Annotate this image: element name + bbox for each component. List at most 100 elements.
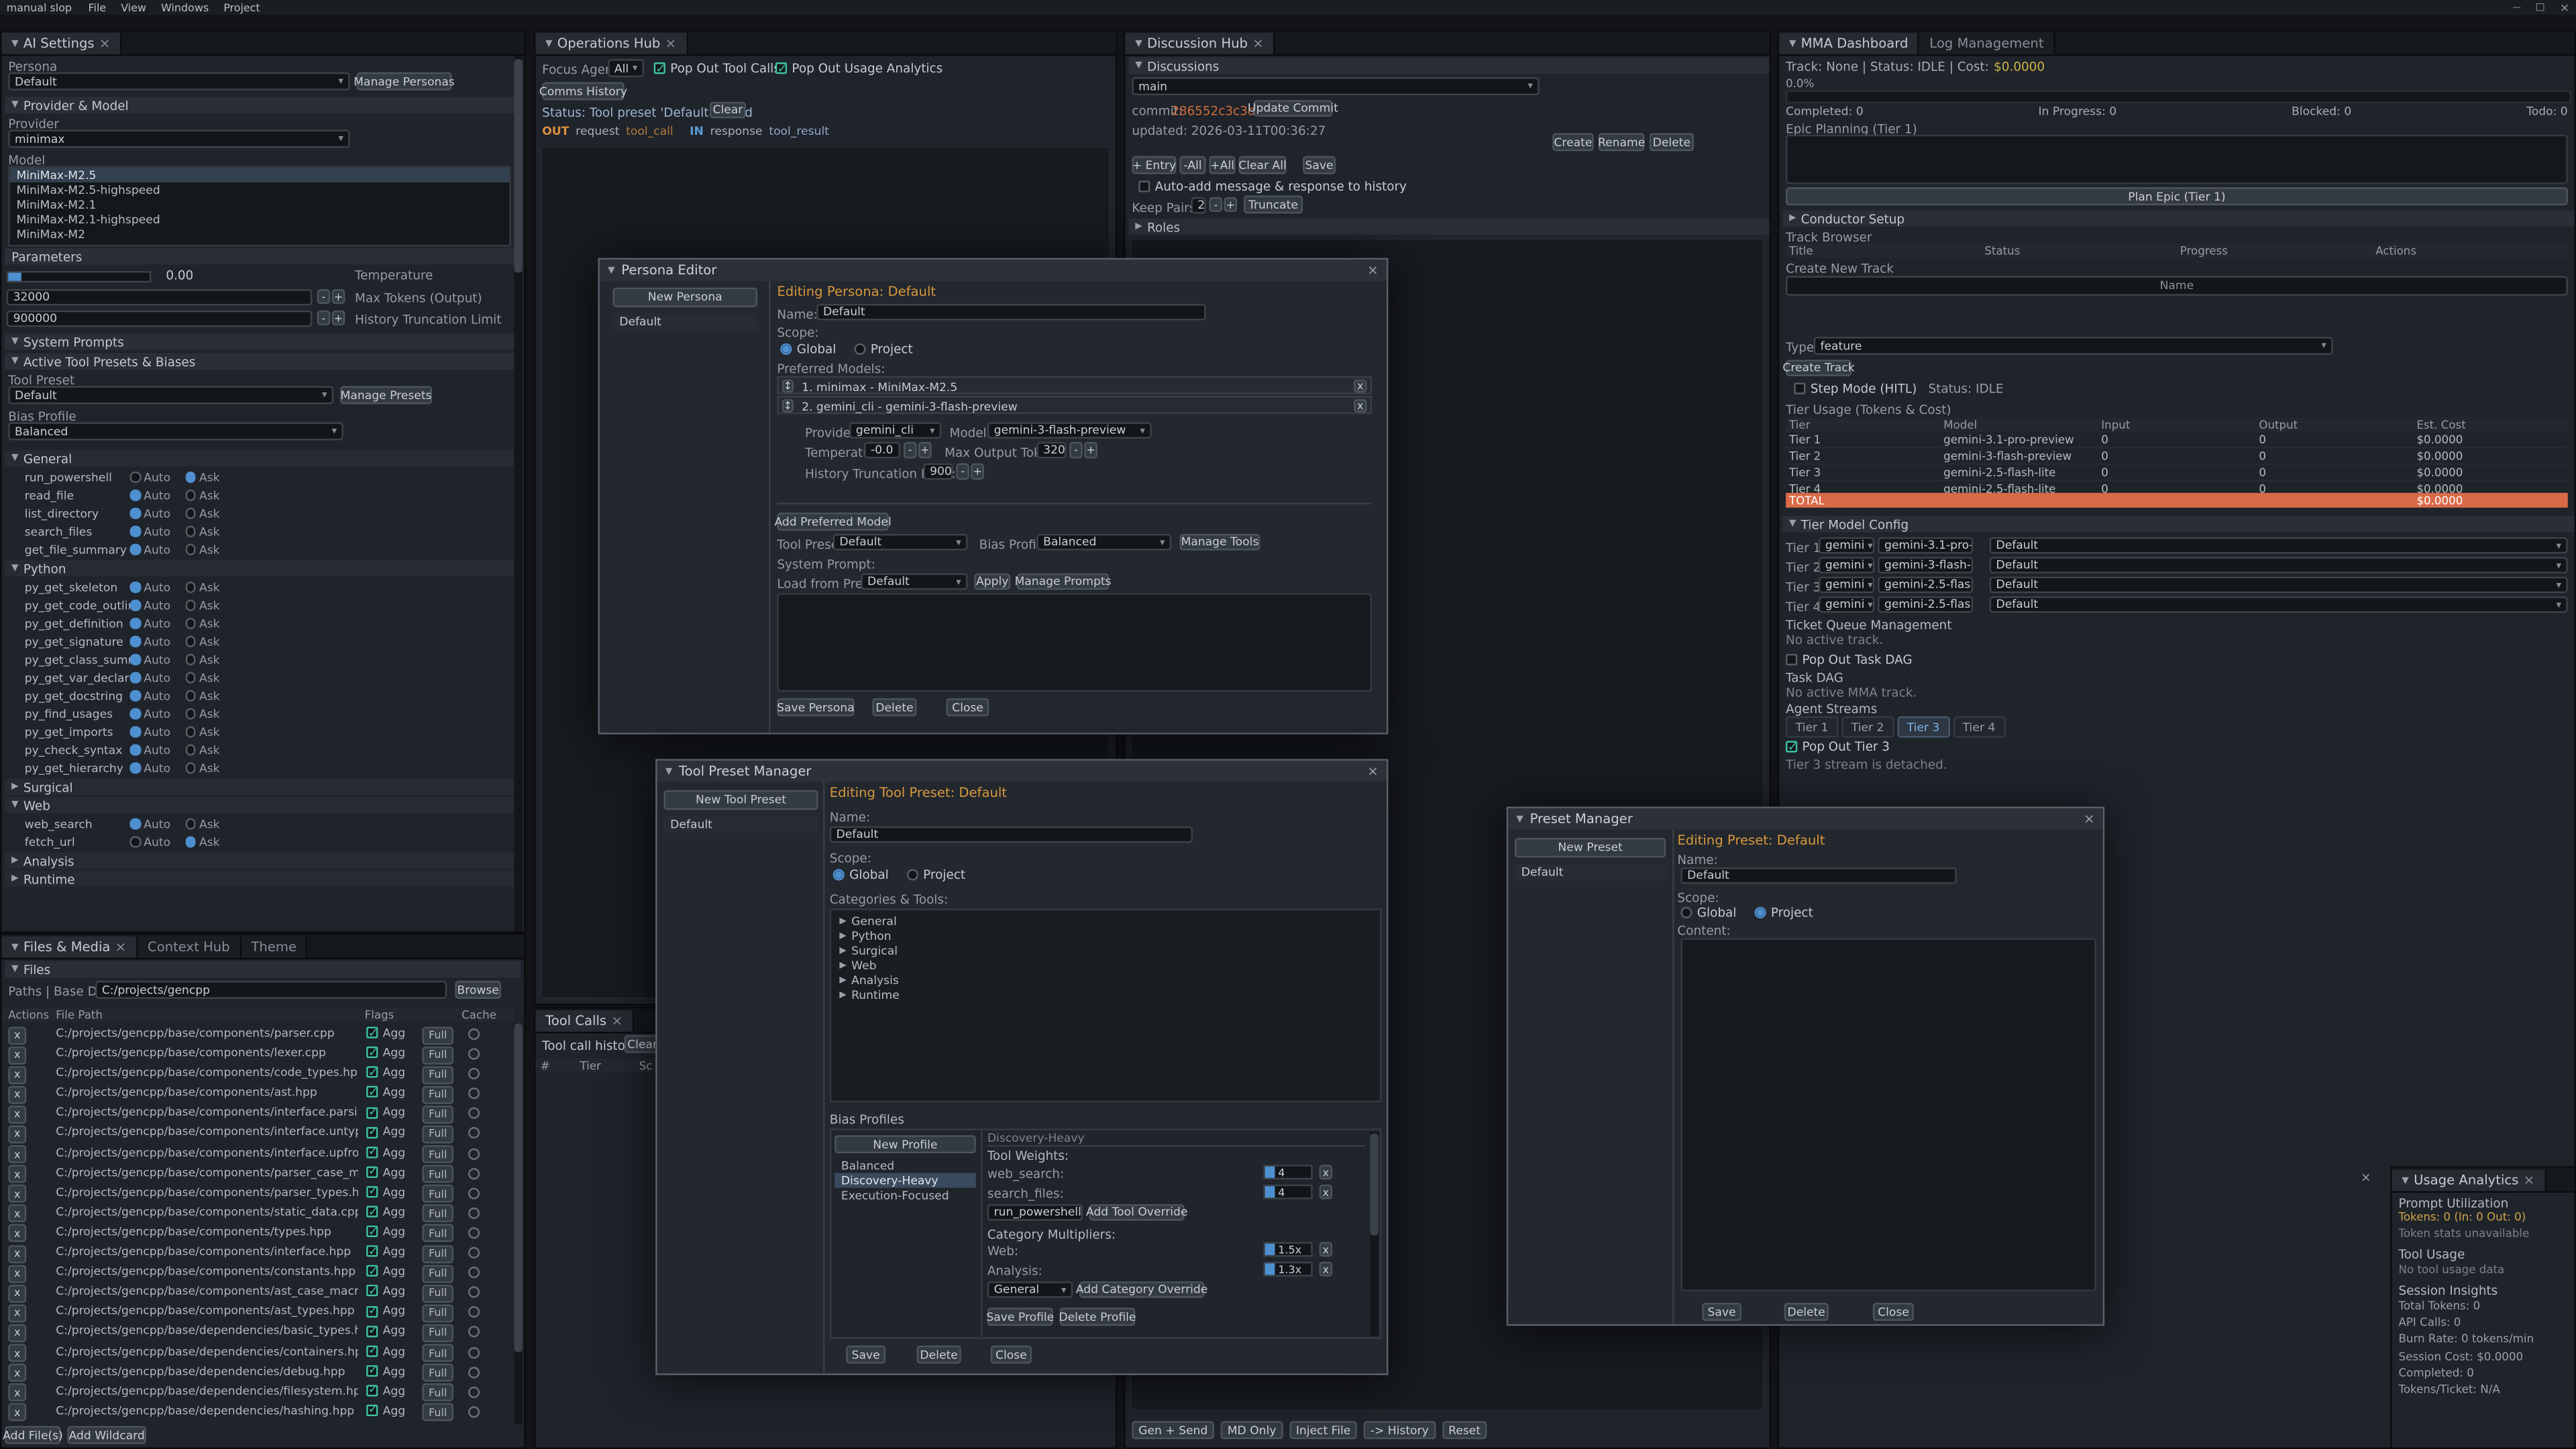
system-prompts-header[interactable]: ▼ System Prompts (5, 333, 521, 350)
tpm-delete-button[interactable]: Delete (917, 1346, 961, 1364)
group-header-general[interactable]: ▼General (5, 450, 514, 466)
auto-radio[interactable] (129, 636, 140, 647)
remove-file-button[interactable]: x (8, 1026, 26, 1044)
keep-pairs-increment-button[interactable]: + (1224, 197, 1237, 212)
ask-radio[interactable] (185, 672, 196, 683)
add-entry-button[interactable]: + Entry (1132, 156, 1176, 174)
remove-file-button[interactable]: x (8, 1165, 26, 1183)
expand-icon[interactable]: ▶ (839, 916, 846, 926)
ask-radio[interactable] (185, 490, 196, 500)
status-clear-button[interactable]: Clear (710, 102, 746, 118)
remove-file-button[interactable]: x (8, 1225, 26, 1243)
bias-profiles-scrollbar[interactable] (1370, 1132, 1378, 1336)
agg-checkbox[interactable] (366, 1285, 378, 1297)
auto-radio[interactable] (129, 745, 140, 755)
expand-icon[interactable]: ▶ (839, 975, 846, 985)
remove-model-button[interactable]: x (1354, 378, 1367, 392)
remove-file-button[interactable]: x (8, 1324, 26, 1342)
profile-list-item[interactable]: Discovery-Heavy (835, 1173, 976, 1188)
minus-all-button[interactable]: -All (1179, 156, 1205, 174)
remove-file-button[interactable]: x (8, 1244, 26, 1263)
clear-all-button[interactable]: Clear All (1239, 156, 1287, 174)
close-persona-button[interactable]: Close (947, 698, 989, 716)
expand-icon[interactable]: ▶ (839, 960, 846, 970)
remove-file-button[interactable]: x (8, 1403, 26, 1421)
pop-out-tool-calls-checkbox[interactable] (654, 62, 665, 74)
pm-content-textarea[interactable] (1680, 938, 2096, 1291)
ask-radio[interactable] (185, 582, 196, 593)
remove-multiplier-button[interactable]: x (1320, 1242, 1333, 1256)
tab-mma-dashboard[interactable]: ▼ MMA Dashboard (1779, 33, 1919, 54)
full-button[interactable]: Full (422, 1244, 453, 1263)
plus-all-button[interactable]: +All (1209, 156, 1235, 174)
group-header-web[interactable]: ▼Web (5, 797, 514, 813)
full-button[interactable]: Full (422, 1165, 453, 1183)
comms-history-button[interactable]: Comms History (542, 82, 624, 100)
provider-model-header[interactable]: ▼ Provider & Model (5, 97, 521, 113)
pe-temperature-input[interactable]: -0.0 (864, 442, 900, 458)
full-button[interactable]: Full (422, 1344, 453, 1362)
persona-select[interactable]: Default▾ (8, 72, 350, 91)
create-discussion-button[interactable]: Create (1552, 133, 1593, 151)
full-button[interactable]: Full (422, 1205, 453, 1223)
detached-panel-close-icon[interactable]: × (2361, 1170, 2371, 1185)
tool-preset-manager-titlebar[interactable]: ▼ Tool Preset Manager × (657, 761, 1387, 782)
active-tool-presets-header[interactable]: ▼ Active Tool Presets & Biases (5, 354, 521, 370)
persona-name-input[interactable]: Default (816, 304, 1205, 320)
agg-checkbox[interactable] (366, 1405, 378, 1416)
update-commit-button[interactable]: Update Commit (1254, 100, 1333, 116)
auto-radio[interactable] (129, 837, 140, 847)
pe-bias-profile-select[interactable]: Balanced▾ (1036, 534, 1171, 550)
discussion-action-button[interactable]: MD Only (1221, 1421, 1283, 1439)
manage-tools-button[interactable]: Manage Tools (1179, 534, 1260, 550)
tier-preset-select[interactable]: Default▾ (1990, 596, 2568, 612)
remove-file-button[interactable]: x (8, 1364, 26, 1382)
category-tree-item[interactable]: ▶Analysis (831, 973, 1380, 987)
new-tool-preset-button[interactable]: New Tool Preset (663, 790, 818, 810)
pe-provider-select[interactable]: gemini_cli▾ (849, 422, 941, 438)
agg-checkbox[interactable] (366, 1345, 378, 1356)
full-button[interactable]: Full (422, 1046, 453, 1064)
tab-tool-calls[interactable]: Tool Calls × (535, 1010, 634, 1032)
remove-weight-button[interactable]: x (1320, 1185, 1333, 1199)
max-tokens-input[interactable]: 32000 (7, 289, 313, 305)
ask-radio[interactable] (185, 472, 196, 482)
agg-checkbox[interactable] (366, 1226, 378, 1237)
full-button[interactable]: Full (422, 1225, 453, 1243)
full-button[interactable]: Full (422, 1364, 453, 1382)
new-persona-button[interactable]: New Persona (612, 288, 757, 307)
system-prompt-textarea[interactable] (777, 593, 1372, 692)
provider-select[interactable]: minimax▾ (8, 129, 350, 148)
pe-max-output-input[interactable]: 32000 (1036, 442, 1066, 458)
tpm-close-button[interactable]: Close (991, 1346, 1032, 1364)
auto-radio[interactable] (129, 600, 140, 610)
full-button[interactable]: Full (422, 1384, 453, 1402)
ask-radio[interactable] (185, 763, 196, 773)
bias-profile-select[interactable]: Balanced▾ (8, 422, 343, 440)
tab-usage-analytics[interactable]: ▼ Usage Analytics × (2392, 1170, 2546, 1191)
pe-tool-preset-select[interactable]: Default▾ (833, 534, 968, 550)
pe-history-input[interactable]: 900000 (923, 464, 953, 480)
close-tab-icon[interactable]: × (611, 1014, 622, 1028)
category-override-select[interactable]: General▾ (987, 1281, 1073, 1297)
save-discussion-button[interactable]: Save (1303, 156, 1336, 174)
auto-radio[interactable] (129, 727, 140, 737)
apply-button[interactable]: Apply (974, 574, 1010, 590)
tpm-scope-project-radio[interactable] (907, 869, 918, 881)
persona-list-item[interactable]: Default (612, 314, 757, 330)
browse-button[interactable]: Browse (455, 981, 501, 999)
pe-max-output-increment-button[interactable]: + (1084, 442, 1097, 458)
agg-checkbox[interactable] (366, 1365, 378, 1377)
agg-checkbox[interactable] (366, 1206, 378, 1218)
close-dialog-icon[interactable]: × (1367, 764, 1378, 779)
maximize-icon[interactable]: □ (2536, 1, 2545, 13)
track-type-select[interactable]: feature▾ (1814, 337, 2333, 355)
create-track-button[interactable]: Create Track (1786, 360, 1851, 376)
tab-files-media[interactable]: ▼ Files & Media × (1, 936, 138, 958)
tpm-save-button[interactable]: Save (846, 1346, 885, 1364)
pe-temp-increment-button[interactable]: + (918, 442, 932, 458)
auto-radio[interactable] (129, 690, 140, 701)
add-preferred-model-button[interactable]: Add Preferred Model (777, 513, 889, 531)
category-tree-item[interactable]: ▶Python (831, 928, 1380, 943)
tier-model-config-header[interactable]: ▼ Tier Model Config (1782, 516, 2574, 532)
